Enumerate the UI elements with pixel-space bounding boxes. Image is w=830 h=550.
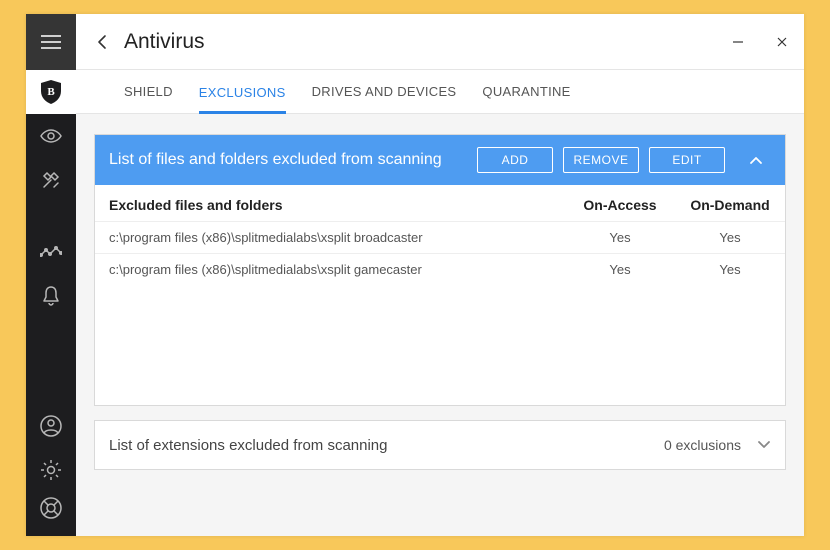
tab-shield[interactable]: SHIELD [124, 70, 173, 114]
chevron-down-icon [757, 440, 771, 449]
cell-onaccess: Yes [565, 254, 675, 286]
col-path: Excluded files and folders [95, 185, 565, 222]
activity-icon [40, 245, 62, 259]
lifebuoy-icon [40, 497, 62, 519]
expand-button[interactable] [757, 436, 771, 454]
tab-quarantine[interactable]: QUARANTINE [482, 70, 570, 114]
hamburger-icon [41, 35, 61, 49]
files-panel-body: Excluded files and folders On-Access On-… [95, 185, 785, 405]
add-button[interactable]: ADD [477, 147, 553, 173]
gear-icon [40, 459, 62, 481]
sidebar-item-activity[interactable] [26, 230, 76, 274]
cell-ondemand: Yes [675, 254, 785, 286]
exclusions-table: Excluded files and folders On-Access On-… [95, 185, 785, 285]
svg-text:B: B [47, 86, 55, 98]
close-icon [776, 36, 788, 48]
extensions-panel-title: List of extensions excluded from scannin… [109, 437, 664, 454]
chevron-left-icon [97, 34, 107, 50]
close-button[interactable] [760, 14, 804, 70]
files-panel-title: List of files and folders excluded from … [109, 151, 467, 169]
page-title: Antivirus [124, 30, 205, 54]
bell-icon [42, 286, 60, 306]
files-panel-header: List of files and folders excluded from … [95, 135, 785, 185]
extensions-count: 0 exclusions [664, 437, 741, 453]
sidebar-item-account[interactable] [26, 404, 76, 448]
sidebar-item-tools[interactable] [26, 158, 76, 202]
table-row[interactable]: c:\program files (x86)\splitmedialabs\xs… [95, 222, 785, 254]
tools-icon [41, 170, 61, 190]
app-window: B Antivirus [26, 14, 804, 536]
sidebar-item-notifications[interactable] [26, 274, 76, 318]
titlebar: Antivirus [76, 14, 804, 70]
sidebar: B [26, 14, 76, 536]
content-area: List of files and folders excluded from … [76, 114, 804, 536]
cell-onaccess: Yes [565, 222, 675, 254]
sidebar-item-settings[interactable] [26, 448, 76, 492]
tab-drives[interactable]: DRIVES AND DEVICES [312, 70, 457, 114]
tab-bar: SHIELD EXCLUSIONS DRIVES AND DEVICES QUA… [76, 70, 804, 114]
eye-icon [40, 129, 62, 143]
collapse-button[interactable] [741, 145, 771, 175]
cell-ondemand: Yes [675, 222, 785, 254]
main-area: Antivirus SHIELD EXCLUSIONS DRIVES AND D… [76, 14, 804, 536]
remove-button[interactable]: REMOVE [563, 147, 639, 173]
back-button[interactable] [86, 26, 118, 58]
shield-b-icon: B [40, 79, 62, 105]
menu-button[interactable] [26, 14, 76, 70]
col-onaccess: On-Access [565, 185, 675, 222]
extensions-exclusion-panel: List of extensions excluded from scannin… [94, 420, 786, 470]
tab-exclusions[interactable]: EXCLUSIONS [199, 70, 286, 114]
cell-path: c:\program files (x86)\splitmedialabs\xs… [95, 222, 565, 254]
col-ondemand: On-Demand [675, 185, 785, 222]
sidebar-item-support[interactable] [26, 492, 76, 536]
edit-button[interactable]: EDIT [649, 147, 725, 173]
files-exclusion-panel: List of files and folders excluded from … [94, 134, 786, 406]
minimize-icon [732, 36, 744, 48]
sidebar-item-privacy[interactable] [26, 114, 76, 158]
user-circle-icon [40, 415, 62, 437]
minimize-button[interactable] [716, 14, 760, 70]
table-row[interactable]: c:\program files (x86)\splitmedialabs\xs… [95, 254, 785, 286]
cell-path: c:\program files (x86)\splitmedialabs\xs… [95, 254, 565, 286]
chevron-up-icon [749, 156, 763, 165]
sidebar-item-antivirus[interactable]: B [26, 70, 76, 114]
